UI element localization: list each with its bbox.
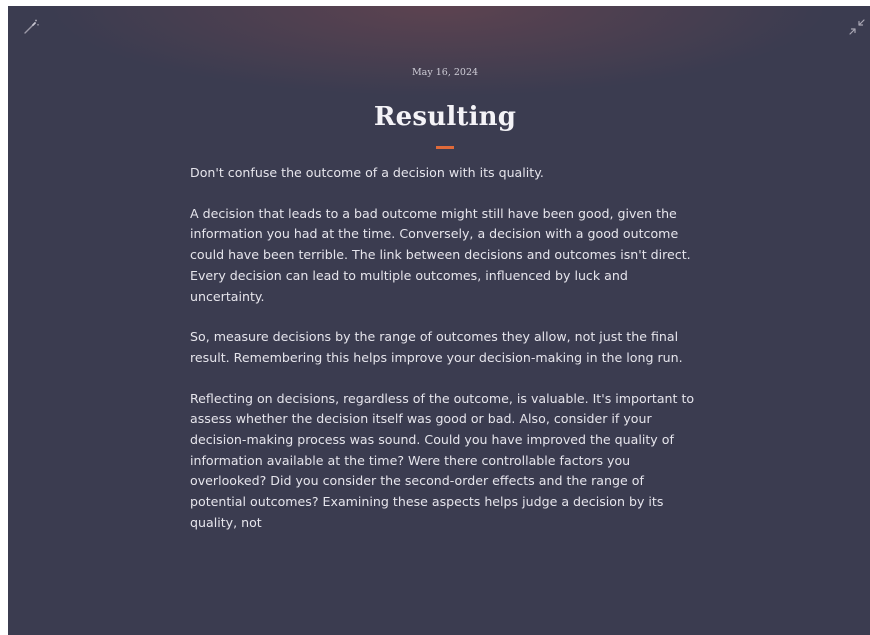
collapse-button[interactable] bbox=[848, 18, 866, 36]
article-date: May 16, 2024 bbox=[411, 67, 479, 78]
article-title: Resulting bbox=[373, 102, 517, 132]
collapse-arrows-icon bbox=[848, 18, 866, 36]
article: May 16, 2024 Resulting Don't confuse the… bbox=[190, 66, 700, 534]
article-paragraph: Don't confuse the outcome of a decision … bbox=[190, 165, 544, 180]
article-paragraph: A decision that leads to a bad outcome m… bbox=[190, 205, 691, 304]
title-divider bbox=[436, 146, 454, 149]
reader-window: May 16, 2024 Resulting Don't confuse the… bbox=[8, 6, 870, 635]
article-paragraph: Reflecting on decisions, regardless of t… bbox=[190, 390, 695, 530]
article-paragraph: So, measure decisions by the range of ou… bbox=[190, 329, 683, 365]
magic-wand-icon bbox=[22, 18, 40, 36]
magic-wand-button[interactable] bbox=[22, 18, 40, 36]
